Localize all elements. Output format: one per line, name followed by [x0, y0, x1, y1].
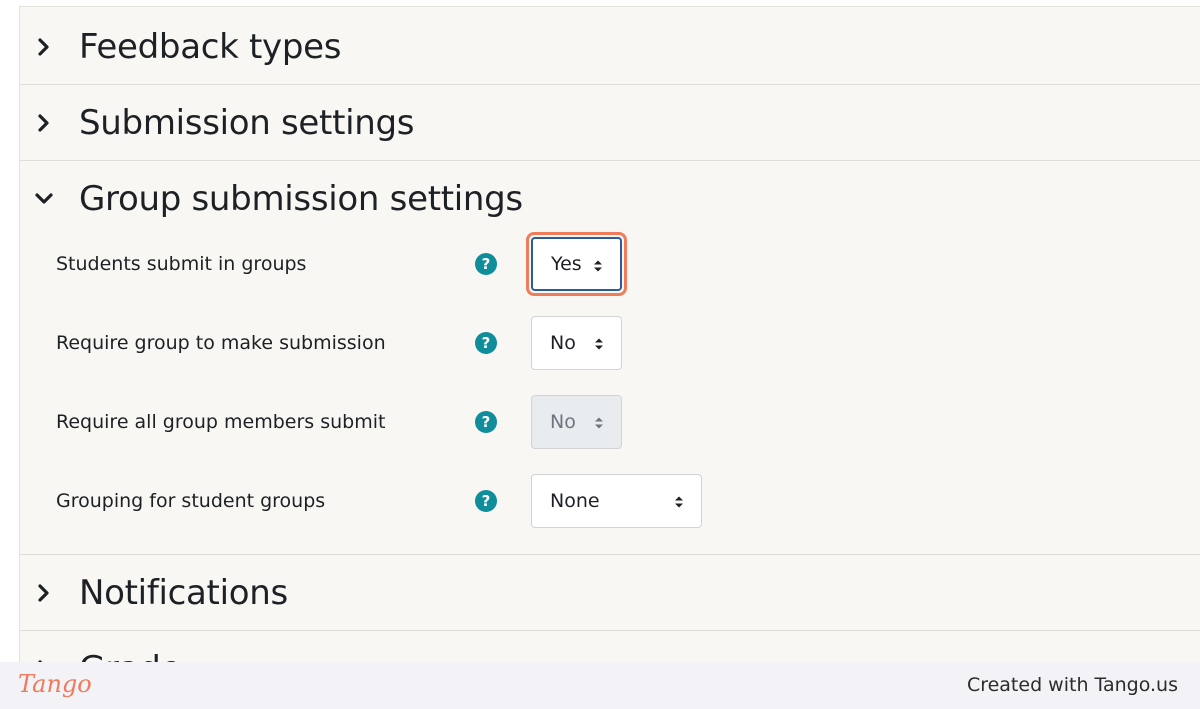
section-title: Feedback types	[79, 27, 342, 67]
section-title: Group submission settings	[79, 179, 523, 219]
sort-arrows-icon	[595, 417, 603, 429]
section-notifications[interactable]: Notifications	[20, 555, 1200, 631]
section-grade[interactable]: Grade	[20, 631, 1200, 662]
chevron-right-icon	[34, 113, 54, 133]
tango-logo: Tango	[18, 670, 92, 698]
grouping-select[interactable]: None	[531, 474, 702, 528]
students-submit-in-groups-select[interactable]: Yes	[531, 237, 622, 291]
chevron-right-icon	[34, 583, 54, 603]
setting-row-require-group-submission: Require group to make submission ? No	[20, 313, 1200, 373]
chevron-right-icon	[34, 37, 54, 57]
setting-label: Require all group members submit	[56, 411, 386, 433]
setting-row-grouping-for-student-groups: Grouping for student groups ? None	[20, 471, 1200, 531]
question-circle-icon[interactable]: ?	[475, 332, 497, 354]
setting-row-require-all-members-submit: Require all group members submit ? No	[20, 392, 1200, 452]
sort-arrows-icon	[675, 496, 683, 508]
require-all-members-submit-select: No	[531, 395, 622, 449]
section-title: Grade	[79, 649, 181, 662]
select-value: None	[550, 490, 600, 512]
setting-label: Require group to make submission	[56, 332, 386, 354]
question-circle-icon[interactable]: ?	[475, 490, 497, 512]
setting-label: Students submit in groups	[56, 253, 307, 275]
question-circle-icon[interactable]: ?	[475, 253, 497, 275]
setting-label: Grouping for student groups	[56, 490, 326, 512]
sort-arrows-icon	[594, 260, 602, 272]
question-circle-icon[interactable]: ?	[475, 411, 497, 433]
created-with-text: Created with Tango.us	[966, 674, 1178, 696]
select-value: No	[550, 332, 576, 354]
select-value: Yes	[551, 253, 582, 275]
section-submission-settings[interactable]: Submission settings	[20, 85, 1200, 161]
select-value: No	[550, 411, 576, 433]
tango-footer: Tango Created with Tango.us	[0, 662, 1200, 709]
section-group-submission-settings[interactable]: Group submission settings	[20, 161, 1200, 237]
section-feedback-types[interactable]: Feedback types	[20, 9, 1200, 85]
require-group-submission-select[interactable]: No	[531, 316, 622, 370]
settings-panel: Feedback types Submission settings Group…	[19, 6, 1200, 662]
section-title: Notifications	[79, 573, 288, 613]
setting-row-students-submit-in-groups: Students submit in groups ? Yes	[20, 232, 1200, 296]
chevron-down-icon	[34, 189, 54, 209]
section-title: Submission settings	[79, 103, 415, 143]
moodle-settings-viewport: Feedback types Submission settings Group…	[0, 0, 1200, 662]
sort-arrows-icon	[595, 338, 603, 350]
